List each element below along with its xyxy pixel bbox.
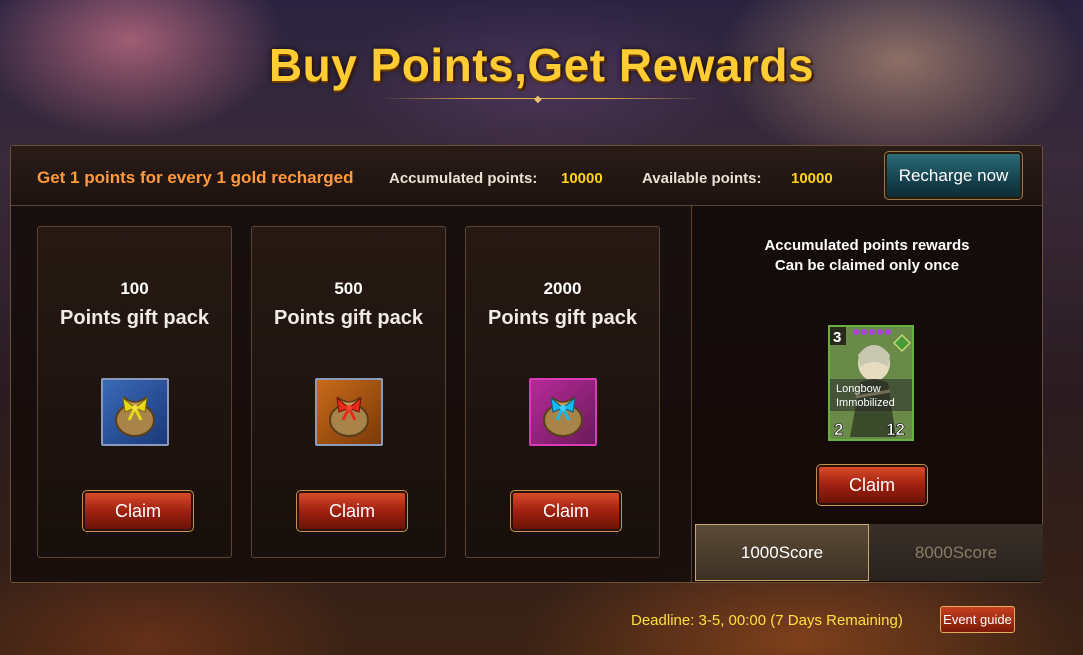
pack-points: 500 [334, 279, 363, 298]
claim-button-500[interactable]: Claim [296, 490, 408, 532]
card-health: 12 [886, 420, 905, 439]
pack-points: 100 [120, 279, 149, 298]
claim-button-2000[interactable]: Claim [510, 490, 622, 532]
gift-pack-card-2000: 2000 Points gift pack Claim [465, 226, 660, 558]
tab-1000-score[interactable]: 1000Score [695, 524, 869, 581]
accumulated-points-label: Accumulated points: [389, 170, 538, 187]
available-points-label: Available points: [642, 170, 762, 187]
card-level: 3 [833, 329, 841, 346]
gift-bag-icon [315, 378, 383, 446]
title-ornament: ◆ [380, 94, 703, 105]
gift-bag-icon [101, 378, 169, 446]
gift-pack-card-100: 100 Points gift pack Claim [37, 226, 232, 558]
card-skill-1: Longbow [836, 383, 881, 395]
rewards-title-line2: Can be claimed only once [774, 257, 960, 274]
rewards-title-line1: Accumulated points rewards [764, 237, 970, 254]
card-skill-2: Immobilized [836, 397, 895, 409]
pack-label: Points gift pack [60, 307, 209, 329]
event-guide-button[interactable]: Event guide [940, 606, 1015, 633]
ornament-gem-icon: ◆ [534, 94, 542, 105]
pack-points: 2000 [543, 279, 582, 298]
claim-reward-button[interactable]: Claim [816, 464, 928, 506]
accumulated-points-value: 10000 [561, 170, 603, 187]
hero-card-reward[interactable]: 3 Longbow Immobilized 2 12 [828, 325, 914, 441]
gift-pack-card-500: 500 Points gift pack Claim [251, 226, 446, 558]
card-attack: 2 [834, 420, 843, 439]
rewards-title: Accumulated points rewards Can be claime… [692, 236, 1042, 276]
promo-text: Get 1 points for every 1 gold recharged [37, 168, 354, 187]
gift-bag-icon [529, 378, 597, 446]
claim-button-100[interactable]: Claim [82, 490, 194, 532]
points-bar: Get 1 points for every 1 gold recharged … [11, 146, 1042, 206]
deadline-text: Deadline: 3-5, 00:00 (7 Days Remaining) [631, 612, 903, 629]
tab-8000-score[interactable]: 8000Score [869, 524, 1043, 581]
page-title: Buy Points,Get Rewards [268, 39, 815, 91]
available-points-value: 10000 [791, 170, 833, 187]
pack-label: Points gift pack [274, 307, 423, 329]
accumulated-rewards-panel: Accumulated points rewards Can be claime… [691, 206, 1043, 582]
pack-label: Points gift pack [488, 307, 637, 329]
event-panel: Get 1 points for every 1 gold recharged … [10, 145, 1043, 583]
recharge-now-button[interactable]: Recharge now [884, 151, 1023, 200]
